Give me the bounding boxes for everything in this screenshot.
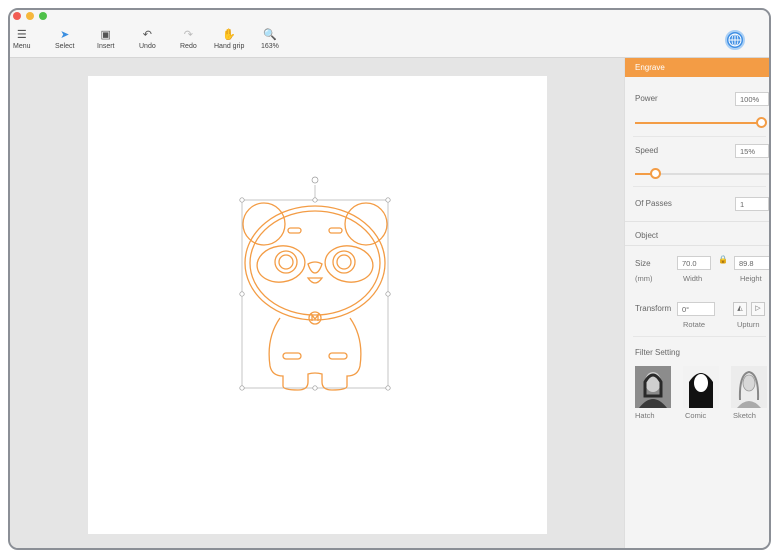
maximize-window-button[interactable] [39, 12, 47, 20]
width-label: Width [683, 274, 703, 283]
size-unit: (mm) [635, 274, 653, 283]
menu-button[interactable]: ☰ Menu [13, 28, 31, 50]
toolbar: ☰ Menu ➤ Select ▣ Insert ↶ Undo ↷ Redo ✋… [10, 10, 769, 58]
speed-input[interactable]: 15% [735, 144, 769, 158]
undo-icon: ↶ [142, 29, 152, 41]
zoom-button[interactable]: 🔍 163% [261, 28, 279, 50]
filter-hatch-label: Hatch [635, 411, 655, 420]
height-label: Height [740, 274, 762, 283]
transform-label: Transform [635, 304, 672, 313]
speed-slider-handle[interactable] [650, 168, 661, 179]
filter-hatch-thumbnail[interactable] [635, 366, 671, 408]
power-slider-fill [635, 122, 761, 124]
divider [625, 245, 769, 246]
select-arrow-icon: ➤ [60, 29, 70, 41]
size-label: Size [635, 259, 651, 268]
rotate-handle-icon [311, 176, 319, 184]
speed-label: Speed [635, 146, 659, 155]
insert-icon: ▣ [100, 29, 111, 41]
divider [625, 221, 769, 222]
redo-button[interactable]: ↷ Redo [180, 28, 197, 50]
redo-icon: ↷ [183, 29, 193, 41]
upturn-label: Upturn [737, 320, 760, 329]
rotate-label: Rotate [683, 320, 706, 329]
minimize-window-button[interactable] [26, 12, 34, 20]
work-area[interactable] [88, 76, 547, 534]
filter-comic-thumbnail[interactable] [683, 366, 719, 408]
undo-button[interactable]: ↶ Undo [139, 28, 156, 50]
globe-icon[interactable] [725, 30, 745, 50]
engrave-header: Engrave [625, 58, 769, 77]
filter-title: Filter Setting [635, 348, 680, 357]
insert-button[interactable]: ▣ Insert [97, 28, 115, 50]
filter-sketch-thumbnail[interactable] [731, 366, 767, 408]
filter-comic-label: Comic [685, 411, 707, 420]
settings-panel: Engrave Power 100% Speed 15% Of Passes 1… [624, 58, 769, 548]
lock-icon[interactable]: 🔒 [718, 255, 728, 264]
divider [633, 136, 766, 137]
filter-sketch-label: Sketch [733, 411, 756, 420]
flip-vertical-icon[interactable]: ▷ [751, 302, 765, 316]
selection-box [241, 199, 389, 389]
divider [633, 186, 766, 187]
zoom-icon: 🔍 [263, 29, 277, 41]
hand-icon: ✋ [222, 29, 237, 41]
rotate-input[interactable]: 0° [677, 302, 715, 316]
design-canvas[interactable] [88, 76, 547, 534]
app-window: ☰ Menu ➤ Select ▣ Insert ↶ Undo ↷ Redo ✋… [8, 8, 771, 550]
bear-design [242, 202, 388, 391]
canvas-area[interactable] [10, 58, 624, 548]
select-tool-button[interactable]: ➤ Select [55, 28, 74, 50]
menu-icon: ☰ [16, 29, 27, 41]
passes-label: Of Passes [635, 199, 672, 208]
hand-grip-button[interactable]: ✋ Hand grip [214, 28, 244, 50]
power-slider-handle[interactable] [756, 117, 767, 128]
divider [633, 336, 766, 337]
power-input[interactable]: 100% [735, 92, 769, 106]
width-input[interactable]: 70.0 [677, 256, 711, 270]
passes-input[interactable]: 1 [735, 197, 769, 211]
height-input[interactable]: 89.8 [734, 256, 769, 270]
close-window-button[interactable] [13, 12, 21, 20]
power-label: Power [635, 94, 658, 103]
flip-horizontal-icon[interactable]: ◭ [733, 302, 747, 316]
object-title: Object [635, 231, 659, 240]
